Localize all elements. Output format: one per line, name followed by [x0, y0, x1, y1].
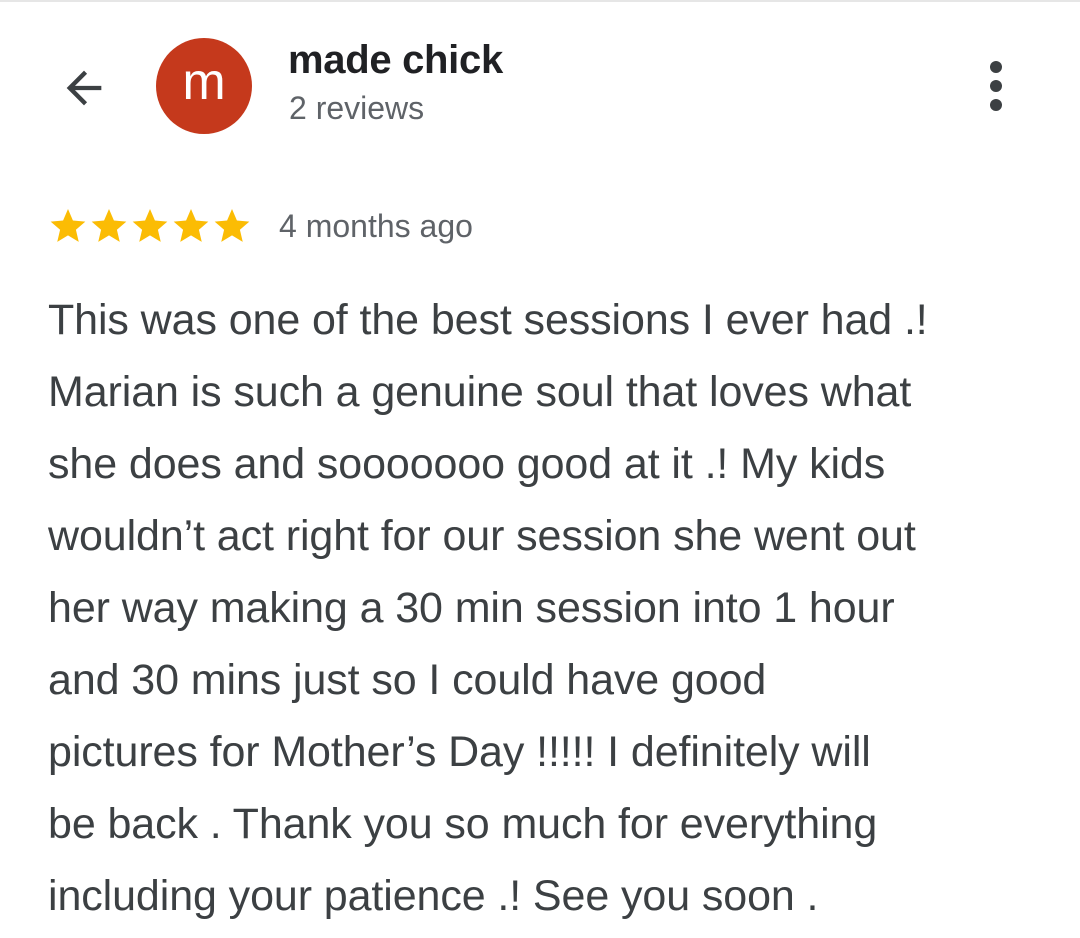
more-vert-icon-dot — [990, 80, 1002, 92]
review-text-line: she does and sooooooo good at it .! My k… — [48, 440, 886, 488]
review-count: 2 reviews — [289, 90, 425, 126]
avatar[interactable]: m — [156, 38, 252, 134]
more-vert-icon-dot — [990, 99, 1002, 111]
review-text-line: including your patience .! See you soon … — [48, 872, 819, 920]
star-icon — [132, 209, 168, 242]
review-text-line: her way making a 30 min session into 1 h… — [48, 584, 895, 632]
review-text-line: This was one of the best sessions I ever… — [48, 296, 928, 344]
more-vert-icon — [990, 61, 1002, 73]
review-text-line: be back . Thank you so much for everythi… — [48, 800, 878, 848]
review-text-line: and 30 mins just so I could have good — [48, 656, 767, 704]
arrow-left-icon — [66, 70, 102, 106]
reviewer-header: m made chick 2 reviews — [0, 0, 1080, 170]
star-icon — [214, 209, 250, 242]
back-button[interactable] — [52, 56, 116, 120]
more-options-button[interactable] — [966, 54, 1026, 118]
rating-row: 4 months ago — [48, 204, 473, 248]
star-rating — [48, 206, 253, 246]
review-text-line: Marian is such a genuine soul that loves… — [48, 368, 912, 416]
review-time: 4 months ago — [279, 207, 473, 244]
avatar-letter: m — [182, 53, 226, 111]
reviewer-name[interactable]: made chick — [288, 38, 503, 83]
star-icon — [91, 209, 127, 242]
star-icon — [173, 209, 209, 242]
review-text-line: pictures for Mother’s Day !!!!! I defini… — [48, 728, 871, 776]
review-text-line: wouldn’t act right for our session she w… — [48, 512, 916, 560]
star-icon — [50, 209, 86, 242]
review-text: This was one of the best sessions I ever… — [48, 284, 1048, 932]
